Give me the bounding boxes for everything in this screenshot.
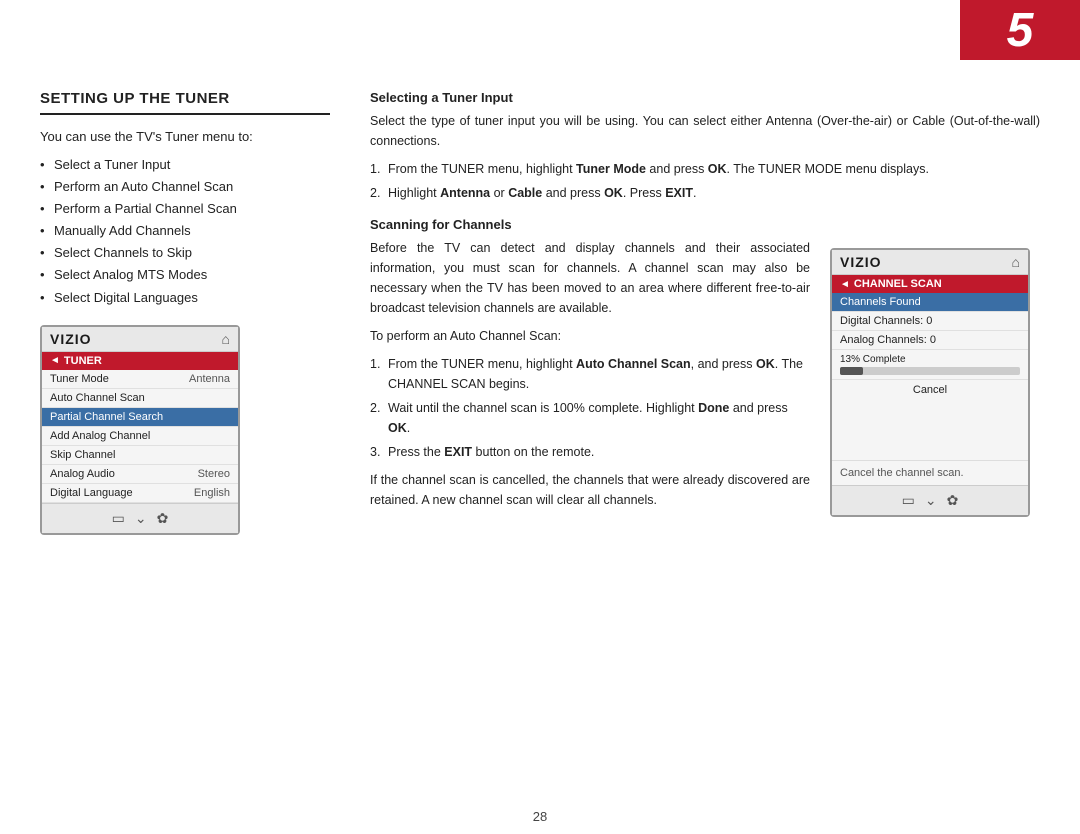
home-icon: ⌂: [222, 331, 230, 347]
page-number-badge: 5: [960, 0, 1080, 60]
scan-caption: Cancel the channel scan.: [840, 467, 964, 479]
tv-footer: ▭ ⌄ ✿: [42, 503, 238, 533]
step-item: 2. Wait until the channel scan is 100% c…: [370, 398, 810, 438]
scan-tv-footer: ▭ ⌄ ✿: [832, 485, 1028, 515]
step-item: 1. From the TUNER menu, highlight Auto C…: [370, 354, 810, 394]
menu-item-value: Stereo: [198, 468, 230, 480]
channel-scan-mockup: VIZIO ⌂ ◄ CHANNEL SCAN Channels Found Di…: [830, 248, 1030, 517]
selecting-tuner-body: Select the type of tuner input you will …: [370, 111, 1040, 151]
tv-header: VIZIO ⌂: [42, 327, 238, 352]
scan-footer-icon-settings: ✿: [947, 492, 959, 509]
list-item: Perform an Auto Channel Scan: [40, 176, 330, 198]
menu-item-value: Antenna: [189, 373, 230, 385]
analog-channels-label: Analog Channels: 0: [840, 334, 936, 346]
list-item: Select a Tuner Input: [40, 154, 330, 176]
analog-channels-item: Analog Channels: 0: [832, 331, 1028, 350]
menu-item-add-analog: Add Analog Channel: [42, 427, 238, 446]
step-num: 3.: [370, 442, 380, 462]
intro-text: You can use the TV's Tuner menu to:: [40, 129, 330, 144]
step-item: 1. From the TUNER menu, highlight Tuner …: [370, 159, 1040, 179]
scanning-section-inner: Before the TV can detect and display cha…: [370, 238, 1040, 518]
scan-footer-icon-screen: ▭: [902, 492, 915, 509]
spacer: [832, 400, 1028, 460]
digital-channels-item: Digital Channels: 0: [832, 312, 1028, 331]
scan-tv-header: VIZIO ⌂: [832, 250, 1028, 275]
menu-item-partial-scan: Partial Channel Search: [42, 408, 238, 427]
step-item: 3. Press the EXIT button on the remote.: [370, 442, 810, 462]
menu-item-skip-channel: Skip Channel: [42, 446, 238, 465]
cancel-row: Cancel: [832, 379, 1028, 400]
step-num: 2.: [370, 183, 380, 203]
menu-title-label: TUNER: [64, 355, 102, 367]
scanning-body2: If the channel scan is cancelled, the ch…: [370, 470, 810, 510]
menu-item-label: Auto Channel Scan: [50, 392, 145, 404]
menu-item-label: Partial Channel Search: [50, 411, 163, 423]
scanning-steps: 1. From the TUNER menu, highlight Auto C…: [370, 354, 810, 462]
menu-item-label: Digital Language: [50, 487, 133, 499]
back-icon: ◄: [50, 355, 60, 366]
menu-item-tuner-mode: Tuner Mode Antenna: [42, 370, 238, 389]
menu-item-digital-language: Digital Language English: [42, 484, 238, 503]
step-num: 1.: [370, 159, 380, 179]
scan-vizio-logo: VIZIO: [840, 254, 882, 270]
tuner-menu-mockup: VIZIO ⌂ ◄ TUNER Tuner Mode Antenna Auto …: [40, 325, 240, 535]
menu-item-label: Tuner Mode: [50, 373, 109, 385]
progress-bar-bg: [840, 367, 1020, 375]
menu-item-label: Add Analog Channel: [50, 430, 150, 442]
scan-title-label: CHANNEL SCAN: [854, 278, 942, 290]
page-number: 28: [533, 809, 547, 824]
selecting-tuner-steps: 1. From the TUNER menu, highlight Tuner …: [370, 159, 1040, 203]
scanning-channels-heading: Scanning for Channels: [370, 217, 1040, 232]
main-content: SETTING UP THE TUNER You can use the TV'…: [0, 60, 1080, 804]
footer-icon-settings: ✿: [157, 510, 169, 527]
scanning-text: Before the TV can detect and display cha…: [370, 238, 810, 518]
scan-menu-title: ◄ CHANNEL SCAN: [832, 275, 1028, 293]
menu-item-analog-audio: Analog Audio Stereo: [42, 465, 238, 484]
tuner-menu-title: ◄ TUNER: [42, 352, 238, 370]
step-item: 2. Highlight Antenna or Cable and press …: [370, 183, 1040, 203]
list-item: Select Analog MTS Modes: [40, 264, 330, 286]
list-item: Manually Add Channels: [40, 220, 330, 242]
left-column: SETTING UP THE TUNER You can use the TV'…: [40, 90, 330, 784]
progress-bar-fill: [840, 367, 863, 375]
selecting-tuner-heading: Selecting a Tuner Input: [370, 90, 1040, 105]
cancel-label: Cancel: [913, 384, 947, 396]
footer-icon-screen: ▭: [112, 510, 125, 527]
chapter-number: 5: [1007, 3, 1034, 58]
list-item: Select Channels to Skip: [40, 242, 330, 264]
scan-footer-icon-down: ⌄: [925, 492, 937, 509]
menu-item-label: Skip Channel: [50, 449, 115, 461]
section-heading: SETTING UP THE TUNER: [40, 90, 330, 115]
progress-container: 13% Complete: [832, 350, 1028, 379]
step-num: 2.: [370, 398, 380, 418]
list-item: Perform a Partial Channel Scan: [40, 198, 330, 220]
list-item: Select Digital Languages: [40, 287, 330, 309]
scanning-intro2: To perform an Auto Channel Scan:: [370, 326, 810, 346]
channels-found-label: Channels Found: [840, 296, 921, 308]
menu-item-value: English: [194, 487, 230, 499]
channels-found-item: Channels Found: [832, 293, 1028, 312]
scanning-body1: Before the TV can detect and display cha…: [370, 238, 810, 318]
scan-back-icon: ◄: [840, 279, 850, 290]
bullet-list: Select a Tuner Input Perform an Auto Cha…: [40, 154, 330, 309]
scan-home-icon: ⌂: [1012, 254, 1020, 270]
scan-mockup-area: VIZIO ⌂ ◄ CHANNEL SCAN Channels Found Di…: [830, 238, 1040, 518]
step-num: 1.: [370, 354, 380, 374]
vizio-logo: VIZIO: [50, 331, 92, 347]
progress-label: 13% Complete: [840, 354, 1020, 365]
right-column: Selecting a Tuner Input Select the type …: [370, 90, 1040, 784]
menu-item-auto-scan: Auto Channel Scan: [42, 389, 238, 408]
menu-item-label: Analog Audio: [50, 468, 115, 480]
digital-channels-label: Digital Channels: 0: [840, 315, 932, 327]
footer-icon-down: ⌄: [135, 510, 147, 527]
